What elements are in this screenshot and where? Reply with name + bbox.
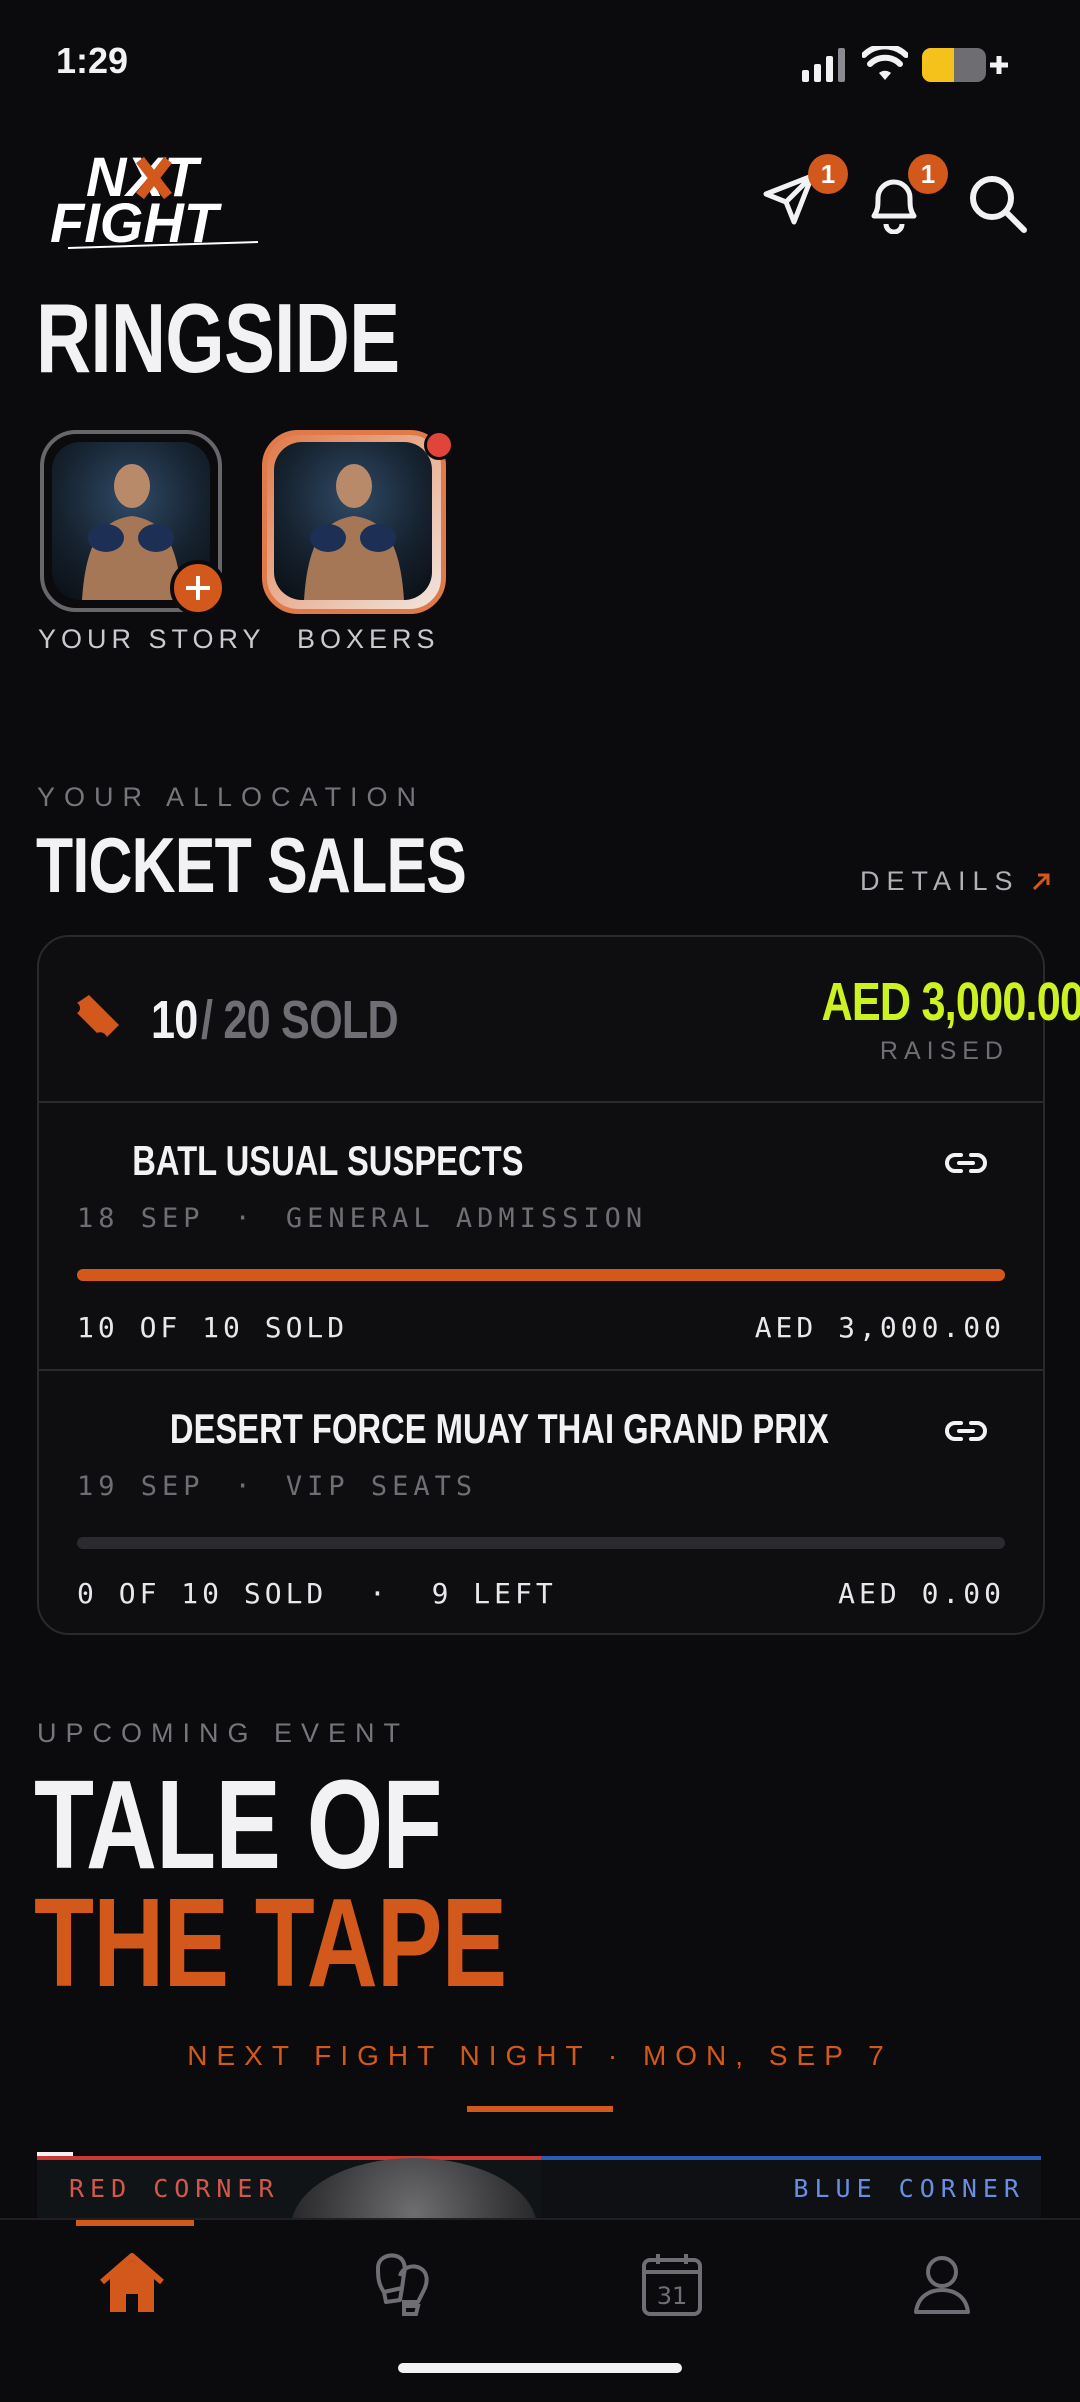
nxt-fight-logo[interactable]: NXT FIGHT (48, 145, 288, 254)
event-type: GENERAL ADMISSION (285, 1203, 648, 1234)
story-label-your-story: YOUR STORY (38, 624, 266, 654)
tale-title-line1: TALE OF (34, 1754, 442, 1895)
next-fight-banner: NEXT FIGHT NIGHT · MON, SEP 7 (187, 2040, 893, 2071)
status-time: 1:29 (56, 40, 129, 81)
event-amount: AED 3,000.00 (754, 1311, 1005, 1344)
logo-text-fight: FIGHT (50, 191, 223, 250)
boxing-gloves-icon (376, 2253, 429, 2316)
ticket-sales-title: TICKET SALES (36, 821, 467, 909)
tickets-total: / 20 SOLD (201, 990, 399, 1050)
event-row[interactable]: DESERT FORCE MUAY THAI GRAND PRIX 19 SEP… (39, 1371, 1043, 1633)
sales-progress-track (77, 1537, 1005, 1549)
boxer-avatar (274, 442, 432, 600)
link-icon (945, 1421, 987, 1441)
event-date: 19 SEP (77, 1471, 205, 1502)
story-label-boxers: BOXERS (297, 624, 440, 654)
event-name: BATL USUAL SUSPECTS (132, 1137, 524, 1184)
link-icon (945, 1153, 987, 1173)
event-row[interactable]: BATL USUAL SUSPECTS 18 SEP · GENERAL ADM… (39, 1103, 1043, 1369)
search-button[interactable] (966, 172, 1036, 242)
red-corner-label: RED CORNER (69, 2174, 280, 2203)
nav-profile[interactable] (906, 2248, 986, 2328)
event-type: VIP SEATS (285, 1471, 478, 1502)
user-icon (914, 2256, 970, 2314)
nav-fights[interactable] (366, 2248, 446, 2328)
ticket-icon (73, 991, 123, 1046)
nav-home[interactable] (96, 2248, 176, 2328)
event-amount: AED 0.00 (838, 1577, 1005, 1610)
details-label: DETAILS (860, 866, 1020, 896)
event-name: DESERT FORCE MUAY THAI GRAND PRIX (169, 1405, 829, 1452)
details-link[interactable]: DETAILS (860, 866, 1052, 897)
story-your-story[interactable] (40, 430, 226, 616)
plus-icon (186, 576, 210, 600)
wifi-icon (861, 43, 909, 87)
story-boxers[interactable] (262, 430, 454, 614)
amount-raised: AED 3,000.00 (821, 972, 1080, 1032)
calendar-day: 31 (657, 2282, 688, 2310)
nav-home-active-indicator (76, 2220, 194, 2226)
notifications-badge: 1 (908, 154, 948, 194)
tickets-sold-count: 10 (151, 990, 198, 1050)
battery-icon (922, 48, 1008, 87)
upcoming-eyebrow: UPCOMING EVENT (37, 1718, 410, 1748)
home-icon (100, 2253, 164, 2312)
ringside-title: RINGSIDE (36, 283, 400, 393)
event-meta: 18 SEP · GENERAL ADMISSION (77, 1203, 647, 1234)
sold-count-text: 10 OF 10 SOLD (77, 1311, 349, 1344)
meta-separator: · (234, 1203, 256, 1234)
raised-label: RAISED (879, 1037, 1009, 1065)
copy-link-button[interactable] (945, 1149, 987, 1182)
allocation-eyebrow: YOUR ALLOCATION (37, 782, 426, 812)
unseen-story-dot (424, 430, 454, 460)
sold-count-text: 0 OF 10 SOLD · 9 LEFT (77, 1577, 557, 1610)
home-indicator (398, 2363, 682, 2373)
event-meta: 19 SEP · VIP SEATS (77, 1471, 477, 1502)
search-icon (970, 176, 1027, 233)
add-story-button[interactable] (170, 560, 226, 616)
ticket-sales-card: 10 / 20 SOLD AED 3,000.00 RAISED BATL US… (37, 935, 1080, 1635)
bottom-nav: 31 (0, 2218, 1080, 2402)
sales-progress-track (77, 1269, 1005, 1281)
tale-title-line2: THE TAPE (34, 1872, 507, 2013)
nav-calendar[interactable]: 31 (636, 2248, 716, 2328)
event-date: 18 SEP (77, 1203, 205, 1234)
meta-separator: · (234, 1471, 256, 1502)
copy-link-button[interactable] (945, 1417, 987, 1450)
arrow-up-right-icon (1032, 873, 1050, 890)
calendar-icon: 31 (642, 2254, 702, 2316)
next-fight-underline (467, 2106, 613, 2112)
cellular-signal-icon (802, 48, 848, 87)
blue-corner-label: BLUE CORNER (793, 2174, 1025, 2203)
messages-badge: 1 (808, 154, 848, 194)
sales-progress-fill (77, 1269, 1005, 1281)
